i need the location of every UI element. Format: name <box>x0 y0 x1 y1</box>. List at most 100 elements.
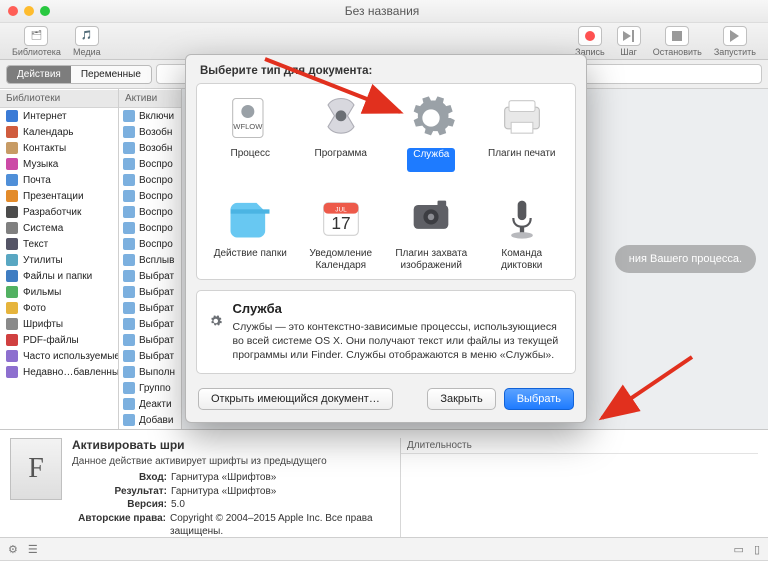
sidebar-item[interactable]: Система <box>0 220 118 236</box>
type-cell[interactable]: Действие папки <box>207 184 294 279</box>
sidebar-item[interactable]: Фото <box>0 300 118 316</box>
action-item[interactable]: Воспро <box>119 172 181 188</box>
action-item[interactable]: Деакти <box>119 396 181 412</box>
library-header: Библиотеки <box>0 90 118 108</box>
sidebar-item[interactable]: Утилиты <box>0 252 118 268</box>
action-item[interactable]: Группо <box>119 380 181 396</box>
run-button[interactable]: Запустить <box>710 26 760 57</box>
action-icon <box>123 286 135 298</box>
sidebar-item[interactable]: Интернет <box>0 108 118 124</box>
action-icon <box>123 238 135 250</box>
action-icon <box>123 110 135 122</box>
view-icon-1[interactable]: ▭ <box>734 543 744 556</box>
media-button[interactable]: 🎵Медиа <box>69 26 105 57</box>
type-icon: WFLOW <box>224 92 276 144</box>
action-icon <box>123 366 135 378</box>
sidebar-recently-added[interactable]: Недавно…бавленные <box>0 364 118 380</box>
minimize-icon[interactable] <box>24 6 34 16</box>
sidebar-item[interactable]: Музыка <box>0 156 118 172</box>
step-button[interactable]: Шаг <box>613 26 645 57</box>
type-icon <box>224 192 276 244</box>
description-box: Служба Службы — это контекстно-зависимые… <box>196 290 576 374</box>
category-icon <box>6 270 18 282</box>
action-item[interactable]: Добави <box>119 428 181 429</box>
action-icon <box>123 126 135 138</box>
type-cell[interactable]: Служба <box>388 84 475 180</box>
tab-actions[interactable]: Действия <box>7 66 71 83</box>
action-item[interactable]: Воспро <box>119 188 181 204</box>
action-icon <box>123 206 135 218</box>
action-item[interactable]: Выбрат <box>119 316 181 332</box>
action-item[interactable]: Воспро <box>119 156 181 172</box>
type-cell[interactable]: WFLOW Процесс <box>207 84 294 180</box>
action-icon <box>123 174 135 186</box>
category-icon <box>6 334 18 346</box>
action-item[interactable]: Воспро <box>119 220 181 236</box>
type-icon <box>405 92 457 144</box>
action-item[interactable]: Выполн <box>119 364 181 380</box>
close-button[interactable]: Закрыть <box>427 388 495 410</box>
category-icon <box>6 190 18 202</box>
sidebar-item[interactable]: Разработчик <box>0 204 118 220</box>
action-item[interactable]: Выбрат <box>119 348 181 364</box>
stop-button[interactable]: Остановить <box>649 26 706 57</box>
description-title: Служба <box>233 301 563 316</box>
action-icon <box>123 142 135 154</box>
window-title: Без названия <box>58 4 706 18</box>
action-item[interactable]: Воспро <box>119 204 181 220</box>
action-item[interactable]: Воспро <box>119 236 181 252</box>
action-item[interactable]: Возобн <box>119 124 181 140</box>
automator-window: Без названия 🗂Библиотека 🎵Медиа Запись Ш… <box>0 0 768 561</box>
close-icon[interactable] <box>8 6 18 16</box>
type-cell[interactable]: Плагин захвата изображений <box>388 184 475 279</box>
type-cell[interactable]: Команда диктовки <box>479 184 566 279</box>
type-cell[interactable]: Плагин печати <box>479 84 566 180</box>
sidebar-item[interactable]: Календарь <box>0 124 118 140</box>
description-body: Службы — это контекстно-зависимые процес… <box>233 320 563 363</box>
library-button[interactable]: 🗂Библиотека <box>8 26 65 57</box>
category-icon <box>6 110 18 122</box>
action-item[interactable]: Всплыв <box>119 252 181 268</box>
action-icon <box>123 414 135 426</box>
type-label: Процесс <box>231 148 271 170</box>
view-icon-2[interactable]: ▯ <box>754 543 760 556</box>
action-icon <box>123 190 135 202</box>
detail-subtitle: Данное действие активирует шрифты из пре… <box>72 456 390 467</box>
sidebar-item[interactable]: Почта <box>0 172 118 188</box>
action-icon <box>123 334 135 346</box>
action-item[interactable]: Добави <box>119 412 181 428</box>
action-item[interactable]: Выбрат <box>119 300 181 316</box>
category-icon <box>6 126 18 138</box>
sidebar-item[interactable]: Презентации <box>0 188 118 204</box>
view-segmented[interactable]: Действия Переменные <box>6 65 152 84</box>
gear-icon[interactable]: ⚙︎ <box>8 543 18 556</box>
sidebar-item[interactable]: Шрифты <box>0 316 118 332</box>
sidebar-item[interactable]: Фильмы <box>0 284 118 300</box>
sidebar-item[interactable]: Файлы и папки <box>0 268 118 284</box>
list-icon[interactable]: ☰ <box>28 543 38 556</box>
record-button[interactable]: Запись <box>571 26 609 57</box>
action-item[interactable]: Возобн <box>119 140 181 156</box>
type-icon <box>496 92 548 144</box>
type-cell[interactable]: JUL17 Уведомление Календаря <box>298 184 385 279</box>
type-icon: JUL17 <box>315 192 367 244</box>
action-item[interactable]: Выбрат <box>119 284 181 300</box>
action-item[interactable]: Включи <box>119 108 181 124</box>
action-item[interactable]: Выбрат <box>119 332 181 348</box>
type-cell[interactable]: Программа <box>298 84 385 180</box>
duration-header: Длительность <box>401 438 758 454</box>
type-label: Уведомление Календаря <box>300 248 383 271</box>
type-icon <box>496 192 548 244</box>
sidebar-item[interactable]: Текст <box>0 236 118 252</box>
tab-variables[interactable]: Переменные <box>71 66 151 83</box>
choose-button[interactable]: Выбрать <box>504 388 574 410</box>
action-item[interactable]: Выбрат <box>119 268 181 284</box>
sidebar-frequently-used[interactable]: Часто используемые <box>0 348 118 364</box>
status-bar: ⚙︎ ☰ ▭ ▯ <box>0 537 768 560</box>
category-icon <box>6 318 18 330</box>
open-existing-button[interactable]: Открыть имеющийся документ… <box>198 388 393 410</box>
sidebar-item[interactable]: PDF-файлы <box>0 332 118 348</box>
svg-text:17: 17 <box>331 213 350 233</box>
sidebar-item[interactable]: Контакты <box>0 140 118 156</box>
zoom-icon[interactable] <box>40 6 50 16</box>
